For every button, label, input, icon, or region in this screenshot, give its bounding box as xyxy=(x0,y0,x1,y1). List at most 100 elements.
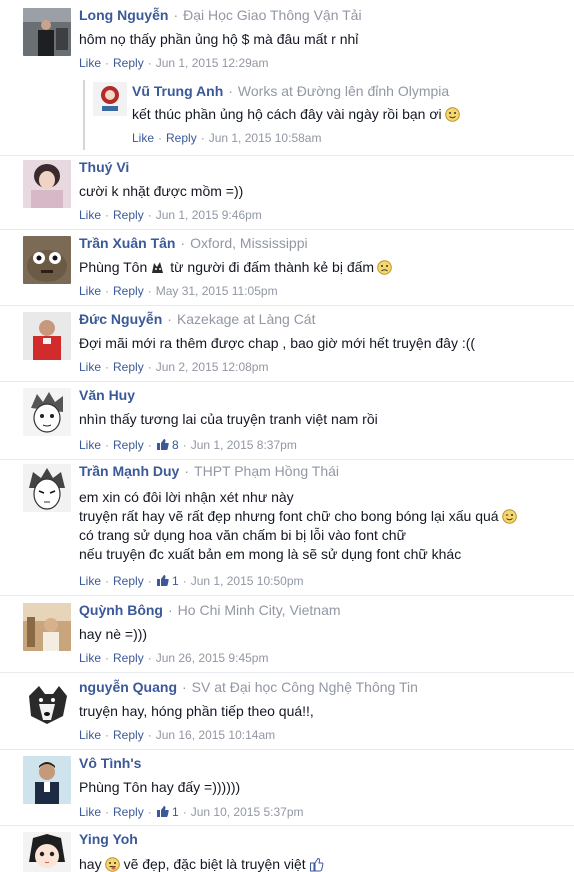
author-subtitle[interactable]: Đại Học Giao Thông Vận Tải xyxy=(183,7,361,23)
like-link[interactable]: Like xyxy=(79,574,101,588)
avatar[interactable] xyxy=(23,312,71,360)
comment-text: nhìn thấy tương lai của truyện tranh việ… xyxy=(79,411,378,427)
comment: Trần Xuân Tân · Oxford, Mississippi Phùng … xyxy=(0,234,574,304)
divider xyxy=(0,672,574,673)
like-link[interactable]: Like xyxy=(79,438,101,452)
divider xyxy=(0,825,574,826)
comment-text: kết thúc phần ủng hộ cách đây vài ngày r… xyxy=(132,106,442,122)
comment-author[interactable]: Quỳnh Bông xyxy=(79,602,163,618)
comment-author[interactable]: Long Nguyễn xyxy=(79,7,168,23)
thumbs-up-icon xyxy=(156,438,169,455)
divider xyxy=(0,155,574,156)
comment-text-line: nếu truyện đc xuất bản em mong là sẽ sử … xyxy=(79,546,462,562)
author-subtitle[interactable]: Oxford, Mississippi xyxy=(190,235,307,251)
comment-timestamp[interactable]: Jun 1, 2015 10:58am xyxy=(209,131,322,145)
author-subtitle[interactable]: Works at Đường lên đỉnh Olympia xyxy=(238,83,449,99)
like-link[interactable]: Like xyxy=(79,651,101,665)
comment: nguyễn Quang · SV at Đại học Công Nghệ Thô… xyxy=(0,678,574,748)
comment-author[interactable]: Vũ Trung Anh xyxy=(132,83,223,99)
avatar[interactable] xyxy=(23,464,71,512)
reply-link[interactable]: Reply xyxy=(113,284,144,298)
author-subtitle[interactable]: SV at Đại học Công Nghệ Thông Tin xyxy=(192,679,418,695)
comment: Ying Yoh hay vẽ đẹp, đặc biệt là truyện v… xyxy=(0,830,574,872)
separator-dot: · xyxy=(184,463,190,479)
avatar[interactable] xyxy=(23,236,71,284)
comment: Văn Huy nhìn thấy tương lai của truyện t… xyxy=(0,386,574,458)
comment-timestamp[interactable]: Jun 26, 2015 9:45pm xyxy=(156,651,269,665)
like-link[interactable]: Like xyxy=(132,131,154,145)
comment-timestamp[interactable]: Jun 1, 2015 8:37pm xyxy=(191,438,297,452)
comment-text: Đợi mãi mới ra thêm được chap , bao giờ … xyxy=(79,335,476,351)
divider xyxy=(0,595,574,596)
reply-link[interactable]: Reply xyxy=(113,574,144,588)
like-link[interactable]: Like xyxy=(79,284,101,298)
avatar[interactable] xyxy=(23,160,71,208)
reply-link[interactable]: Reply xyxy=(113,360,144,374)
thumbs-up-icon xyxy=(309,857,324,872)
comment-text: hôm nọ thấy phần ủng hộ $ mà đâu mất r n… xyxy=(79,31,359,47)
comment-text: cười k nhặt được mồm =)) xyxy=(79,183,244,199)
comment-author[interactable]: Văn Huy xyxy=(79,387,135,403)
comment-author[interactable]: nguyễn Quang xyxy=(79,679,177,695)
comment-text: vẽ đẹp, đặc biệt là truyện việt xyxy=(123,856,306,872)
separator-dot: · xyxy=(182,679,187,695)
like-link[interactable]: Like xyxy=(79,208,101,222)
reply-link[interactable]: Reply xyxy=(113,728,144,742)
like-count[interactable]: 1 xyxy=(172,574,179,588)
comment-reply: Vũ Trung Anh · Works at Đường lên đỉnh Oly… xyxy=(0,82,574,152)
reply-link[interactable]: Reply xyxy=(166,131,197,145)
reply-link[interactable]: Reply xyxy=(113,208,144,222)
separator-dot: · xyxy=(168,602,173,618)
wink-emoji-icon xyxy=(501,509,517,529)
comment-author[interactable]: Trần Xuân Tân xyxy=(79,235,175,251)
comment: Long Nguyễn · Đại Học Giao Thông Vận Tải h… xyxy=(0,6,574,76)
avatar[interactable] xyxy=(23,756,71,804)
avatar[interactable] xyxy=(23,388,71,436)
reply-link[interactable]: Reply xyxy=(113,438,144,452)
divider xyxy=(0,305,574,306)
comment-author[interactable]: Ying Yoh xyxy=(79,831,138,847)
like-link[interactable]: Like xyxy=(79,805,101,819)
like-link[interactable]: Like xyxy=(79,728,101,742)
mention-link[interactable]: Phùng Tôn xyxy=(79,259,147,275)
avatar[interactable] xyxy=(23,680,71,728)
reply-link[interactable]: Reply xyxy=(113,56,144,70)
divider xyxy=(0,381,574,382)
comment-text: truyện hay, hóng phần tiếp theo quá!!, xyxy=(79,703,314,719)
avatar[interactable] xyxy=(93,82,127,116)
comment-timestamp[interactable]: Jun 1, 2015 12:29am xyxy=(156,56,269,70)
comment-timestamp[interactable]: Jun 16, 2015 10:14am xyxy=(156,728,275,742)
like-count[interactable]: 1 xyxy=(172,805,179,819)
comment-timestamp[interactable]: Jun 2, 2015 12:08pm xyxy=(156,360,269,374)
comment-author[interactable]: Đức Nguyễn xyxy=(79,311,162,327)
avatar[interactable] xyxy=(23,603,71,651)
author-subtitle[interactable]: Ho Chi Minh City, Vietnam xyxy=(178,602,341,618)
author-subtitle[interactable]: THPT Phạm Hồng Thái xyxy=(194,463,339,479)
like-link[interactable]: Like xyxy=(79,56,101,70)
comment-text: hay xyxy=(79,856,102,872)
reply-link[interactable]: Reply xyxy=(113,651,144,665)
comment-text-line: truyện rất hay vẽ rất đẹp nhưng font chữ… xyxy=(79,508,499,524)
comment: Vô Tình's Phùng Tôn hay đấy =)))))) Like… xyxy=(0,754,574,824)
comment-text-line: có trang sử dụng hoa văn chấm bi bị lỗi … xyxy=(79,527,406,543)
thumbs-up-icon xyxy=(156,805,169,822)
comment-timestamp[interactable]: May 31, 2015 11:05pm xyxy=(156,284,278,298)
comment-timestamp[interactable]: Jun 1, 2015 9:46pm xyxy=(156,208,262,222)
author-subtitle[interactable]: Kazekage at Làng Cát xyxy=(177,311,316,327)
comment-text-line: em xin có đôi lời nhận xét như này xyxy=(79,489,294,505)
tongue-emoji-icon xyxy=(104,857,120,872)
like-count[interactable]: 8 xyxy=(172,438,179,452)
comment-author[interactable]: Thuý Vi xyxy=(79,159,129,175)
comment-timestamp[interactable]: Jun 1, 2015 10:50pm xyxy=(191,574,304,588)
comment-author[interactable]: Trần Mạnh Duy xyxy=(79,463,179,479)
avatar[interactable] xyxy=(23,832,71,872)
reply-link[interactable]: Reply xyxy=(113,805,144,819)
comment-author[interactable]: Vô Tình's xyxy=(79,755,141,771)
separator-dot: · xyxy=(173,7,179,23)
comment-text: từ người đi đấm thành kẻ bị đấm xyxy=(170,259,375,275)
comment: Thuý Vi cười k nhặt được mồm =)) Like · Re… xyxy=(0,158,574,228)
like-link[interactable]: Like xyxy=(79,360,101,374)
comment-timestamp[interactable]: Jun 10, 2015 5:37pm xyxy=(191,805,304,819)
comment-text: Phùng Tôn hay đấy =)))))) xyxy=(79,779,241,795)
avatar[interactable] xyxy=(23,8,71,56)
